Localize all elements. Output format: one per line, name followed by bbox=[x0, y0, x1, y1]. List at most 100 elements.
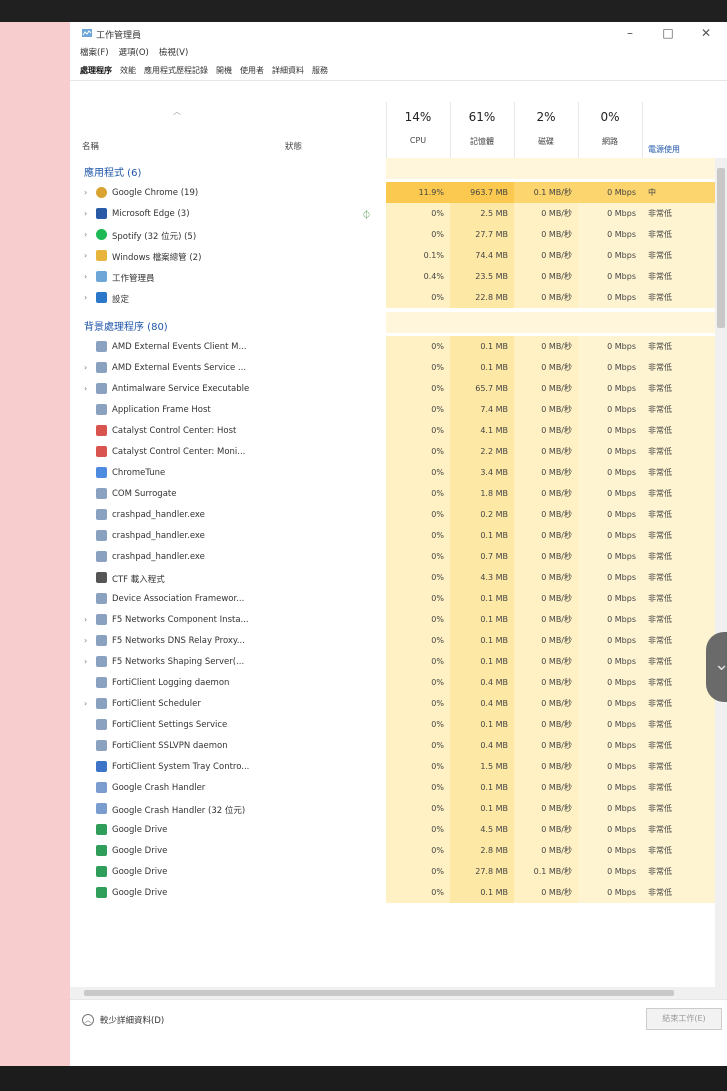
horizontal-scrollbar[interactable] bbox=[70, 987, 727, 999]
process-row[interactable]: › Antimalware Service Executable 0% 65.7 MB… bbox=[70, 378, 715, 399]
group-row-shade bbox=[386, 158, 715, 179]
tab-startup[interactable]: 開機 bbox=[216, 65, 232, 76]
cell-net: 0 Mbps bbox=[578, 483, 642, 504]
process-row[interactable]: › AMD External Events Service ... 0% 0.1 MB… bbox=[70, 357, 715, 378]
process-row[interactable]: › FortiClient Scheduler 0% 0.4 MB 0 MB/秒 0 Mb… bbox=[70, 693, 715, 714]
process-row[interactable]: › F5 Networks Shaping Server(... 0% 0.1 MB 0… bbox=[70, 651, 715, 672]
chevron-right-icon[interactable]: › bbox=[84, 230, 87, 239]
chevron-right-icon[interactable]: › bbox=[84, 209, 87, 218]
process-row[interactable]: Catalyst Control Center: Host 0% 4.1 MB 0 M… bbox=[70, 420, 715, 441]
process-name: FortiClient Logging daemon bbox=[112, 678, 230, 688]
chevron-right-icon[interactable]: › bbox=[84, 251, 87, 260]
maximize-button[interactable]: □ bbox=[654, 24, 682, 42]
process-row[interactable]: › 工作管理員 0.4% 23.5 MB 0 MB/秒 0 Mbps 非常低 bbox=[70, 266, 715, 287]
process-row[interactable]: CTF 載入程式 0% 4.3 MB 0 MB/秒 0 Mbps 非常低 bbox=[70, 567, 715, 588]
chevron-right-icon[interactable]: › bbox=[84, 699, 87, 708]
cell-net: 0 Mbps bbox=[578, 672, 642, 693]
horizontal-scroll-thumb[interactable] bbox=[84, 990, 674, 996]
process-row[interactable]: › Windows 檔案總管 (2) 0.1% 74.4 MB 0 MB/秒 0 Mbps… bbox=[70, 245, 715, 266]
process-row[interactable]: › F5 Networks DNS Relay Proxy... 0% 0.1 MB 0… bbox=[70, 630, 715, 651]
process-row[interactable]: Google Drive 0% 4.5 MB 0 MB/秒 0 Mbps 非常低 bbox=[70, 819, 715, 840]
process-name: crashpad_handler.exe bbox=[112, 531, 205, 541]
tab-processes[interactable]: 處理程序 bbox=[80, 65, 112, 76]
process-row[interactable]: AMD External Events Client M... 0% 0.1 MB 0… bbox=[70, 336, 715, 357]
process-row[interactable]: › Spotify (32 位元) (5) 0% 27.7 MB 0 MB/秒 0 Mbp… bbox=[70, 224, 715, 245]
process-name: Google Drive bbox=[112, 888, 168, 898]
column-memory[interactable]: 61% 記憶體 bbox=[450, 102, 514, 158]
menu-options[interactable]: 選項(O) bbox=[119, 46, 149, 58]
process-row[interactable]: Application Frame Host 0% 7.4 MB 0 MB/秒 0 Mb… bbox=[70, 399, 715, 420]
cell-power: 非常低 bbox=[642, 504, 715, 525]
close-button[interactable]: ✕ bbox=[692, 24, 720, 42]
cell-mem: 27.7 MB bbox=[450, 224, 514, 245]
tab-app-history[interactable]: 應用程式歷程記錄 bbox=[144, 65, 208, 76]
column-status[interactable]: 狀態 bbox=[285, 140, 302, 152]
process-row[interactable]: › Google Chrome (19) 11.9% 963.7 MB 0.1 MB/秒… bbox=[70, 182, 715, 203]
column-power-usage[interactable]: 電源使用 bbox=[648, 144, 680, 155]
cell-disk: 0 MB/秒 bbox=[514, 672, 578, 693]
process-row[interactable]: Google Crash Handler 0% 0.1 MB 0 MB/秒 0 Mbps… bbox=[70, 777, 715, 798]
cell-disk: 0 MB/秒 bbox=[514, 546, 578, 567]
process-name: CTF 載入程式 bbox=[112, 575, 165, 585]
vertical-scrollbar[interactable] bbox=[715, 158, 727, 987]
process-row[interactable]: Google Drive 0% 2.8 MB 0 MB/秒 0 Mbps 非常低 bbox=[70, 840, 715, 861]
chevron-right-icon[interactable]: › bbox=[84, 615, 87, 624]
service-icon bbox=[96, 593, 107, 604]
process-row[interactable]: Google Drive 0% 27.8 MB 0.1 MB/秒 0 Mbps 非常低 bbox=[70, 861, 715, 882]
chevron-right-icon[interactable]: › bbox=[84, 657, 87, 666]
tab-performance[interactable]: 效能 bbox=[120, 65, 136, 76]
cell-cpu: 0% bbox=[386, 840, 450, 861]
cell-mem: 0.1 MB bbox=[450, 882, 514, 903]
process-row[interactable]: Catalyst Control Center: Moni... 0% 2.2 MB… bbox=[70, 441, 715, 462]
menu-view[interactable]: 檢視(V) bbox=[159, 46, 188, 58]
process-row[interactable]: crashpad_handler.exe 0% 0.2 MB 0 MB/秒 0 Mbps… bbox=[70, 504, 715, 525]
cell-mem: 0.1 MB bbox=[450, 336, 514, 357]
tab-users[interactable]: 使用者 bbox=[240, 65, 264, 76]
bottom-black-bar bbox=[0, 1066, 727, 1091]
chevron-right-icon[interactable]: › bbox=[84, 384, 87, 393]
process-row[interactable]: Google Crash Handler (32 位元) 0% 0.1 MB 0 MB… bbox=[70, 798, 715, 819]
cell-mem: 0.1 MB bbox=[450, 630, 514, 651]
process-row[interactable]: crashpad_handler.exe 0% 0.7 MB 0 MB/秒 0 Mbps… bbox=[70, 546, 715, 567]
tab-services[interactable]: 服務 bbox=[312, 65, 328, 76]
group-title: 背景處理程序 (80) bbox=[84, 322, 168, 333]
minimize-button[interactable]: – bbox=[616, 24, 644, 42]
process-row[interactable]: FortiClient SSLVPN daemon 0% 0.4 MB 0 MB/秒 0… bbox=[70, 735, 715, 756]
cell-cpu: 0% bbox=[386, 819, 450, 840]
process-row[interactable]: Google Drive 0% 0.1 MB 0 MB/秒 0 Mbps 非常低 bbox=[70, 882, 715, 903]
tab-details[interactable]: 詳細資料 bbox=[272, 65, 304, 76]
process-row[interactable]: crashpad_handler.exe 0% 0.1 MB 0 MB/秒 0 Mbps… bbox=[70, 525, 715, 546]
process-row[interactable]: › F5 Networks Component Insta... 0% 0.1 MB 0… bbox=[70, 609, 715, 630]
end-task-button[interactable]: 結束工作(E) bbox=[646, 1008, 722, 1030]
column-disk[interactable]: 2% 磁碟 bbox=[514, 102, 578, 158]
process-row[interactable]: FortiClient System Tray Contro... 0% 1.5 M… bbox=[70, 756, 715, 777]
cell-mem: 4.5 MB bbox=[450, 819, 514, 840]
process-row[interactable]: Device Association Framewor... 0% 0.1 MB 0 … bbox=[70, 588, 715, 609]
vertical-scroll-thumb[interactable] bbox=[717, 168, 725, 328]
chevron-right-icon[interactable]: › bbox=[84, 636, 87, 645]
cell-disk: 0 MB/秒 bbox=[514, 567, 578, 588]
column-name[interactable]: 名稱 bbox=[82, 140, 99, 152]
process-row[interactable]: ChromeTune 0% 3.4 MB 0 MB/秒 0 Mbps 非常低 bbox=[70, 462, 715, 483]
menu-file[interactable]: 檔案(F) bbox=[80, 46, 109, 58]
chevron-right-icon[interactable]: › bbox=[84, 293, 87, 302]
cell-power: 非常低 bbox=[642, 588, 715, 609]
amd-icon bbox=[96, 425, 107, 436]
fewer-details-button[interactable]: ︿ 較少詳細資料(D) bbox=[82, 1014, 164, 1026]
chevron-right-icon[interactable]: › bbox=[84, 272, 87, 281]
process-row[interactable]: COM Surrogate 0% 1.8 MB 0 MB/秒 0 Mbps 非常低 bbox=[70, 483, 715, 504]
process-row[interactable]: FortiClient Logging daemon 0% 0.4 MB 0 MB/秒… bbox=[70, 672, 715, 693]
amd-icon bbox=[96, 446, 107, 457]
chevron-right-icon[interactable]: › bbox=[84, 188, 87, 197]
process-row[interactable]: › Microsoft Edge (3) ⏀ 0% 2.5 MB 0 MB/秒 0 Mbps… bbox=[70, 203, 715, 224]
column-network[interactable]: 0% 網路 bbox=[578, 102, 642, 158]
chevron-right-icon[interactable]: › bbox=[84, 363, 87, 372]
cell-net: 0 Mbps bbox=[578, 441, 642, 462]
cell-disk: 0 MB/秒 bbox=[514, 588, 578, 609]
process-row[interactable]: › 設定 0% 22.8 MB 0 MB/秒 0 Mbps 非常低 bbox=[70, 287, 715, 308]
cell-power: 非常低 bbox=[642, 266, 715, 287]
column-cpu[interactable]: 14% CPU bbox=[386, 102, 450, 158]
process-row[interactable]: FortiClient Settings Service 0% 0.1 MB 0 MB… bbox=[70, 714, 715, 735]
cell-net: 0 Mbps bbox=[578, 266, 642, 287]
side-overlay-button[interactable]: ⌄ bbox=[706, 632, 727, 702]
